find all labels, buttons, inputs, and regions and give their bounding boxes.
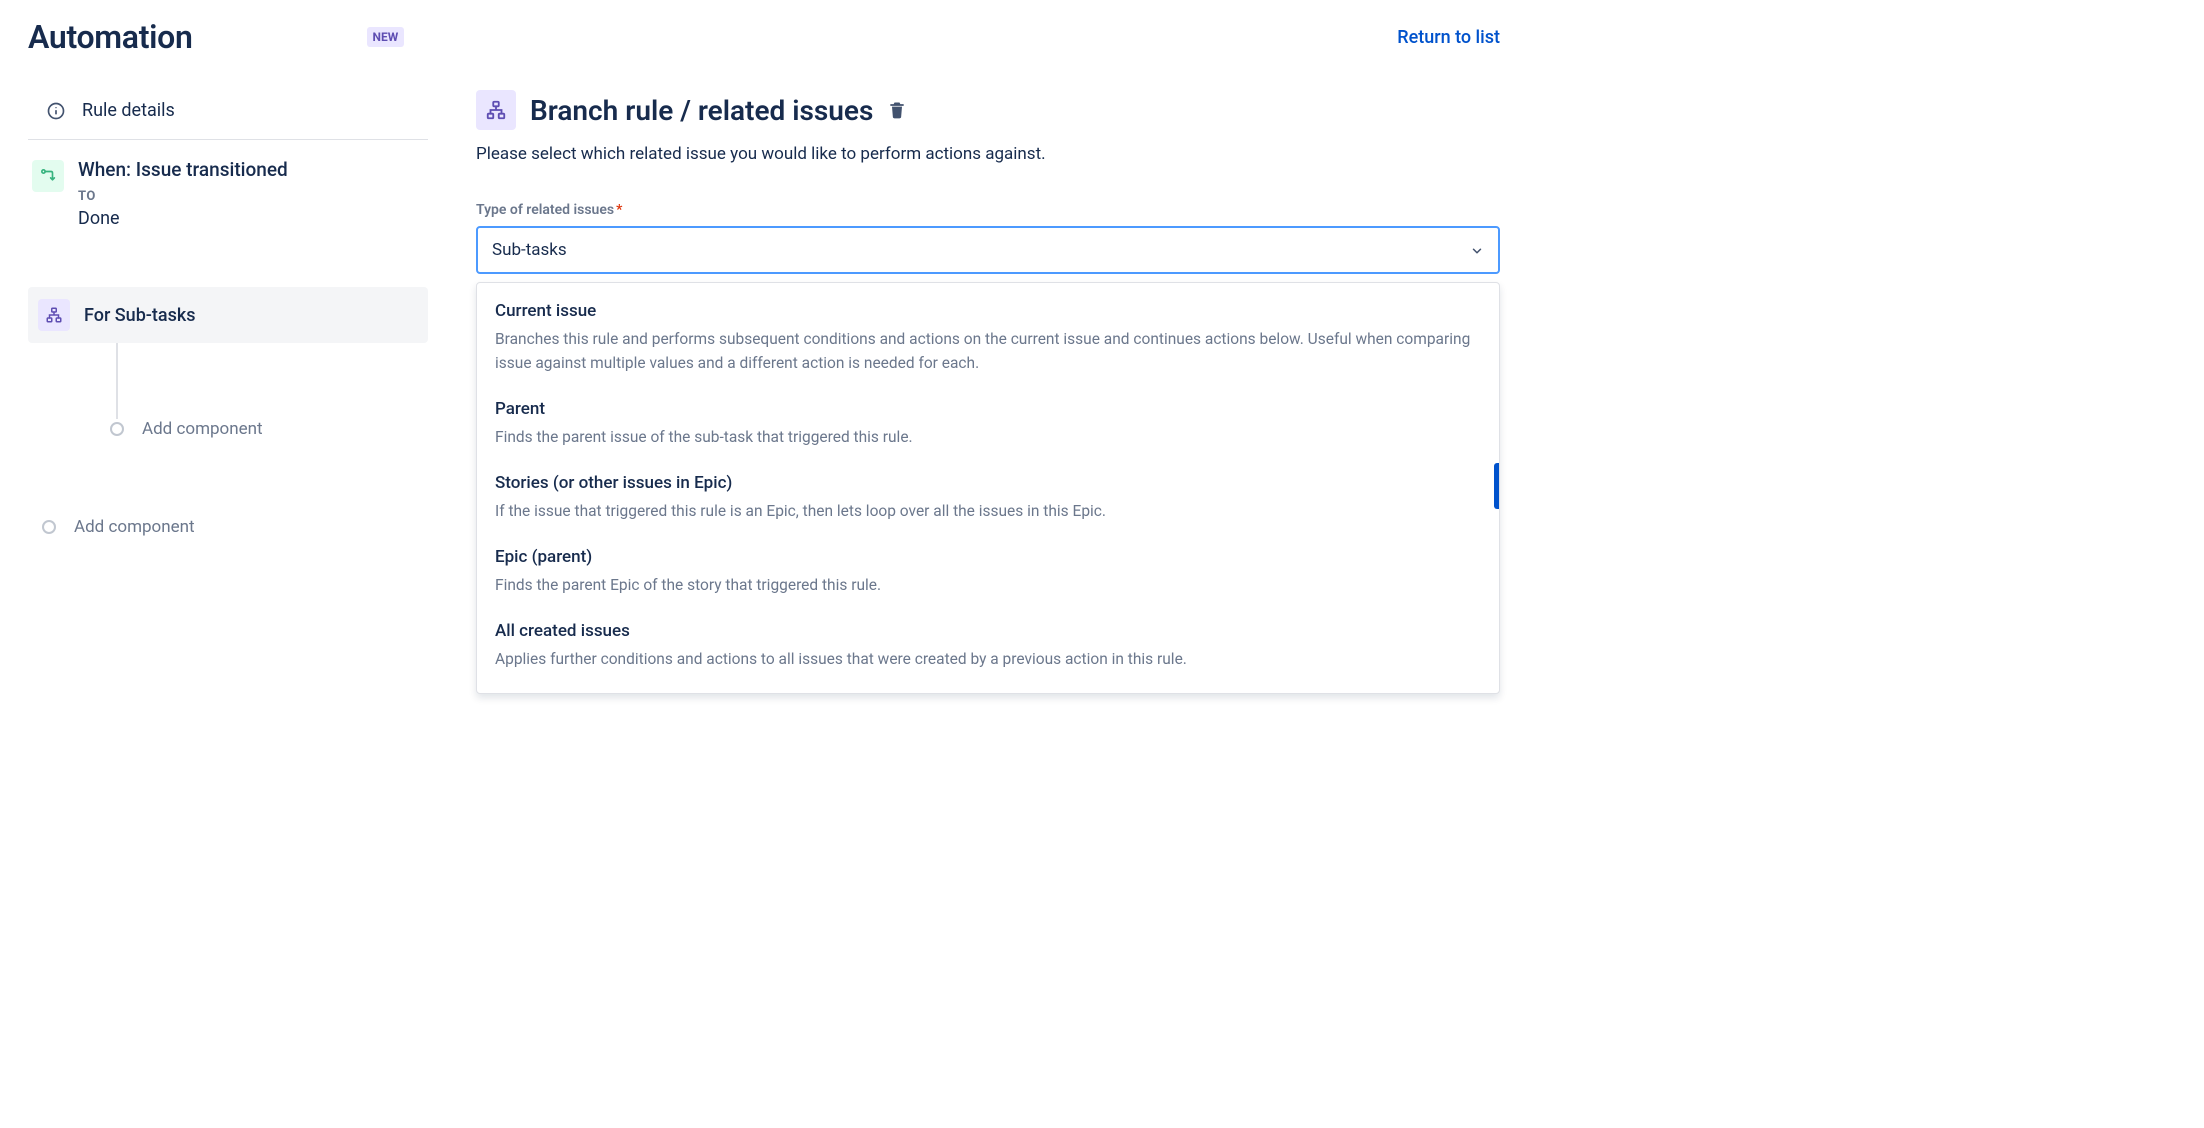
option-title: Stories (or other issues in Epic) [495,473,1481,493]
option-desc: Finds the parent Epic of the story that … [495,573,1481,597]
panel-title: Branch rule / related issues [530,94,873,127]
transition-icon [32,160,64,192]
branch-icon [476,90,516,130]
add-component-label: Add component [74,517,195,537]
required-star-icon: * [616,202,622,218]
trigger-title: When: Issue transitioned [78,158,418,181]
add-component-outer-button[interactable]: Add component [42,517,428,537]
option-title: Epic (parent) [495,547,1481,567]
add-component-label: Add component [142,419,263,439]
page-title: Automation [28,18,193,56]
option-parent[interactable]: Parent Finds the parent issue of the sub… [477,389,1499,463]
chevron-down-icon [1470,243,1484,257]
branch-block[interactable]: For Sub-tasks [28,287,428,343]
option-desc: Finds the parent issue of the sub-task t… [495,425,1481,449]
return-to-list-link[interactable]: Return to list [1397,27,1500,48]
info-icon [46,101,66,121]
main-panel: Branch rule / related issues Please sele… [476,90,1500,694]
trash-icon[interactable] [887,100,907,120]
header-left: Automation NEW [28,18,404,56]
branch-title: For Sub-tasks [84,305,196,326]
option-title: Parent [495,399,1481,419]
panel-description: Please select which related issue you wo… [476,144,1500,164]
type-select-value: Sub-tasks [492,240,567,260]
add-component-inner-button[interactable]: Add component [110,419,428,439]
option-desc: If the issue that triggered this rule is… [495,499,1481,523]
panel-header: Branch rule / related issues [476,90,1500,130]
branch-icon [38,299,70,331]
type-select[interactable]: Sub-tasks [476,226,1500,274]
new-badge: NEW [367,27,405,47]
option-stories-in-epic[interactable]: Stories (or other issues in Epic) If the… [477,463,1499,537]
sidebar-divider [28,139,428,140]
circle-icon [42,520,56,534]
branch-children: Add component [86,343,428,447]
option-desc: Branches this rule and performs subseque… [495,327,1481,375]
page-header: Automation NEW Return to list [28,18,1500,56]
trigger-body: When: Issue transitioned TO Done [78,158,428,229]
option-epic-parent[interactable]: Epic (parent) Finds the parent Epic of t… [477,537,1499,611]
trigger-block[interactable]: When: Issue transitioned TO Done [28,158,428,229]
rule-sidebar: Rule details When: Issue transitioned [28,90,428,537]
option-all-created-issues[interactable]: All created issues Applies further condi… [477,611,1499,685]
option-title: All created issues [495,621,1481,641]
rule-details-button[interactable]: Rule details [28,90,428,131]
rule-details-label: Rule details [82,100,175,121]
type-field-label-text: Type of related issues [476,202,614,218]
type-field-label: Type of related issues* [476,202,1500,218]
connector-line-icon [116,343,118,419]
trigger-to-value: Done [78,208,418,229]
option-title: Current issue [495,301,1481,321]
trigger-to-label: TO [78,189,418,204]
type-dropdown[interactable]: Current issue Branches this rule and per… [476,282,1500,694]
option-current-issue[interactable]: Current issue Branches this rule and per… [477,291,1499,389]
circle-icon [110,422,124,436]
option-desc: Applies further conditions and actions t… [495,647,1481,671]
